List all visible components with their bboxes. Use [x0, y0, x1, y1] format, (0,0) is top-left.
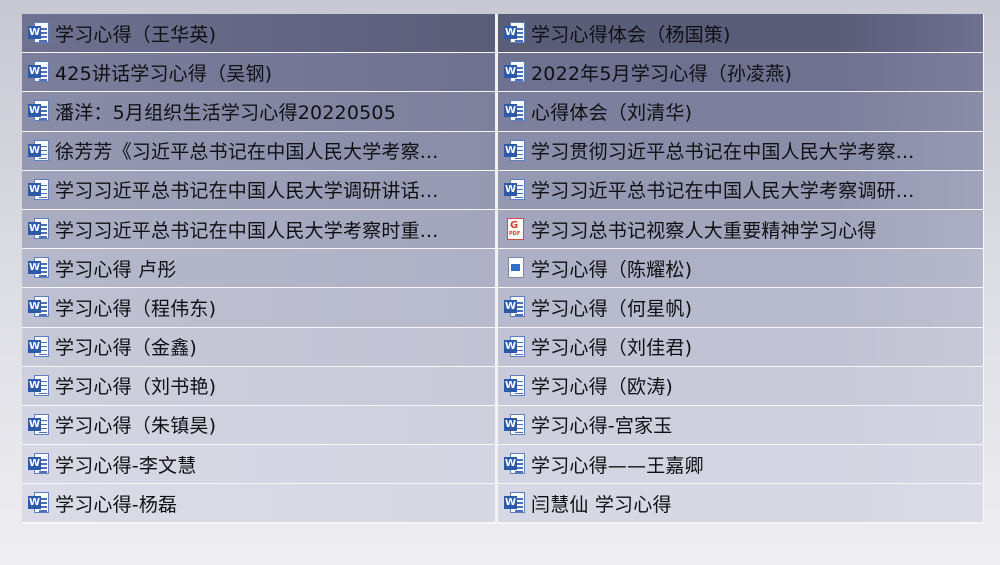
word-doc-icon: W: [504, 452, 526, 476]
file-item[interactable]: W 学习心得体会（杨国策): [498, 14, 984, 54]
file-name: 学习贯彻习近平总书记在中国人民大学考察...: [531, 141, 915, 164]
file-name: 徐芳芳《习近平总书记在中国人民大学考察...: [55, 141, 439, 164]
file-item[interactable]: W 学习心得（欧涛): [498, 366, 984, 406]
word-doc-icon: W: [504, 335, 526, 359]
word-doc-icon: W: [504, 295, 526, 319]
word-doc-icon: W: [504, 139, 526, 163]
screen: W 学习心得（王华英) W 学习心得体会（杨国策) W 425讲话学习心得（吴钢) W 202…: [0, 0, 1000, 565]
file-name: 学习习总书记视察人大重要精神学习心得: [531, 219, 877, 242]
file-name: 学习心得（程伟东): [55, 297, 217, 320]
word-doc-icon: W: [28, 99, 50, 123]
word-doc-icon: W: [504, 374, 526, 398]
word-doc-icon: W: [28, 335, 50, 359]
file-item[interactable]: W 学习习近平总书记在中国人民大学考察调研...: [498, 170, 984, 210]
file-name: 心得体会（刘清华): [531, 101, 693, 124]
pdf-doc-icon: G PDF: [504, 217, 526, 241]
word-doc-icon: W: [504, 21, 526, 45]
word-doc-icon: W: [504, 99, 526, 123]
file-item[interactable]: W 学习习近平总书记在中国人民大学调研讲话...: [22, 170, 498, 210]
file-item[interactable]: W 学习心得（何星帆): [498, 288, 984, 328]
file-item[interactable]: W 学习心得（刘书艳): [22, 366, 498, 406]
file-name: 2022年5月学习心得（孙凌燕): [531, 62, 793, 85]
file-name: 学习心得（陈耀松): [531, 258, 693, 281]
file-name: 学习心得（刘佳君): [531, 337, 693, 360]
word-doc-icon: W: [504, 491, 526, 515]
file-item[interactable]: W 潘洋：5月组织生活学习心得20220505: [22, 92, 498, 132]
file-item[interactable]: W 学习心得（刘佳君): [498, 327, 984, 367]
file-item[interactable]: 学习心得（陈耀松): [498, 249, 984, 289]
file-name: 学习心得（朱镇昊): [55, 415, 217, 438]
file-name: 学习心得（王华英): [55, 23, 217, 46]
file-item[interactable]: W 心得体会（刘清华): [498, 92, 984, 132]
file-name: 学习心得——王嘉卿: [531, 454, 704, 477]
file-name: 学习心得-李文慧: [55, 454, 197, 477]
word-doc-icon: W: [28, 413, 50, 437]
file-item[interactable]: W 学习心得 卢彤: [22, 249, 498, 289]
file-name: 潘洋：5月组织生活学习心得20220505: [55, 101, 396, 124]
word-doc-icon: W: [28, 374, 50, 398]
file-item[interactable]: W 学习心得（金鑫): [22, 327, 498, 367]
file-name: 学习心得-杨磊: [55, 493, 178, 516]
file-item[interactable]: W 徐芳芳《习近平总书记在中国人民大学考察...: [22, 131, 498, 171]
word-doc-icon: W: [28, 217, 50, 241]
word-doc-icon: W: [504, 413, 526, 437]
file-item[interactable]: W 425讲话学习心得（吴钢): [22, 53, 498, 93]
file-name: 学习心得体会（杨国策): [531, 23, 731, 46]
image-file-icon: [504, 256, 526, 280]
file-item[interactable]: W 学习心得-宫家玉: [498, 405, 984, 446]
file-name: 学习心得 卢彤: [55, 258, 177, 281]
file-item[interactable]: W 学习心得——王嘉卿: [498, 445, 984, 485]
file-name: 学习心得-宫家玉: [531, 415, 673, 438]
file-name: 425讲话学习心得（吴钢): [55, 62, 273, 85]
file-name: 学习心得（何星帆): [531, 297, 693, 320]
word-doc-icon: W: [28, 491, 50, 515]
file-item[interactable]: G PDF 学习习总书记视察人大重要精神学习心得: [498, 209, 984, 250]
file-item[interactable]: W 学习心得（朱镇昊): [22, 405, 498, 446]
file-name: 学习习近平总书记在中国人民大学考察时重...: [55, 219, 439, 242]
file-name: 学习习近平总书记在中国人民大学考察调研...: [531, 180, 915, 203]
file-item[interactable]: W 学习习近平总书记在中国人民大学考察时重...: [22, 209, 498, 250]
word-doc-icon: W: [28, 295, 50, 319]
file-item[interactable]: W 学习心得-李文慧: [22, 445, 498, 485]
file-name: 学习心得（刘书艳): [55, 376, 217, 399]
file-name: 学习心得（欧涛): [531, 376, 674, 399]
file-item[interactable]: W 学习心得（王华英): [22, 14, 498, 54]
file-item[interactable]: W 闫慧仙 学习心得: [498, 484, 984, 524]
word-doc-icon: W: [28, 139, 50, 163]
file-name: 闫慧仙 学习心得: [531, 493, 672, 516]
file-name: 学习习近平总书记在中国人民大学调研讲话...: [55, 180, 439, 203]
file-item[interactable]: W 学习心得-杨磊: [22, 484, 498, 524]
word-doc-icon: W: [28, 452, 50, 476]
file-item[interactable]: W 2022年5月学习心得（孙凌燕): [498, 53, 984, 93]
file-list-grid: W 学习心得（王华英) W 学习心得体会（杨国策) W 425讲话学习心得（吴钢) W 202…: [22, 14, 984, 524]
file-item[interactable]: W 学习心得（程伟东): [22, 288, 498, 328]
word-doc-icon: W: [28, 178, 50, 202]
word-doc-icon: W: [504, 178, 526, 202]
word-doc-icon: W: [28, 60, 50, 84]
word-doc-icon: W: [28, 256, 50, 280]
word-doc-icon: W: [504, 60, 526, 84]
word-doc-icon: W: [28, 21, 50, 45]
file-item[interactable]: W 学习贯彻习近平总书记在中国人民大学考察...: [498, 131, 984, 171]
file-name: 学习心得（金鑫): [55, 337, 198, 360]
